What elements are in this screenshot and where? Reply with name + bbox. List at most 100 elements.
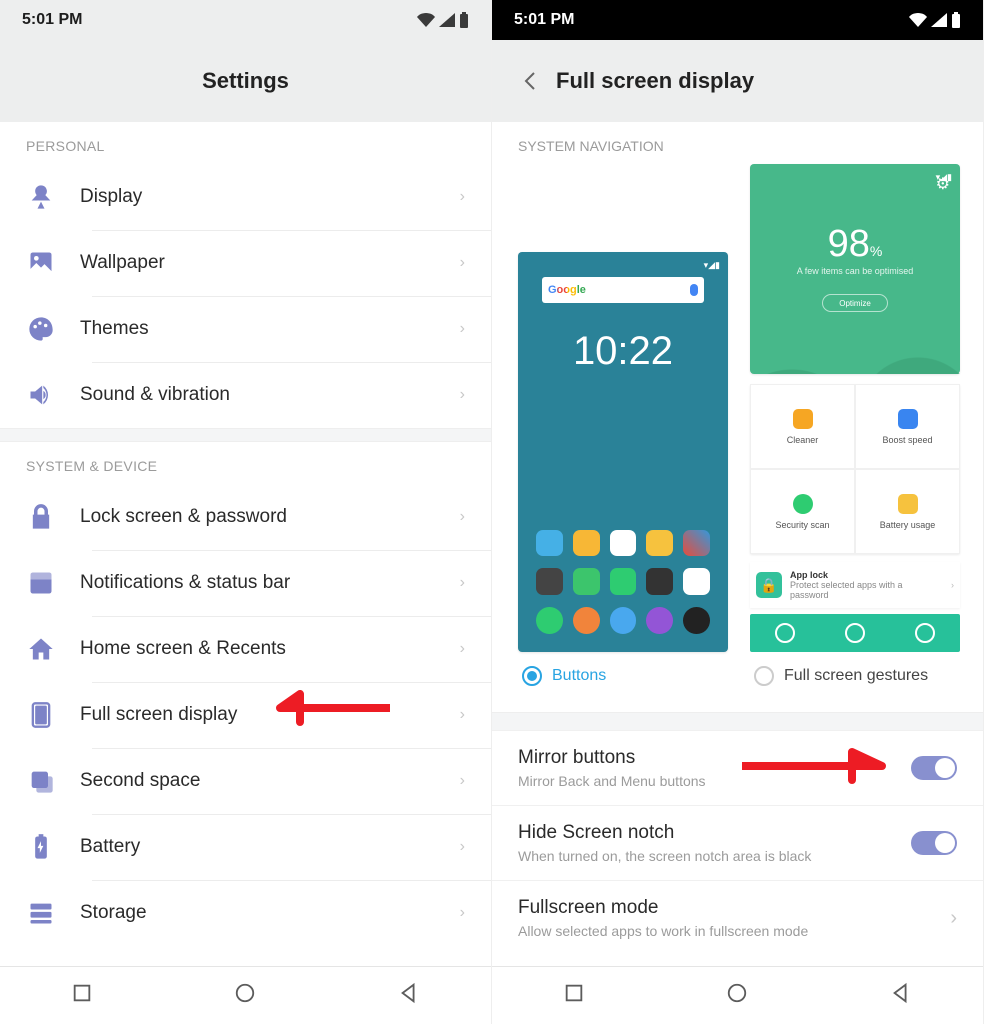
page-title: Full screen display xyxy=(556,68,754,94)
buttons-option[interactable]: ▾◢▮ Google 10:22 xyxy=(518,252,728,702)
settings-gear-icon: ⚙ xyxy=(936,174,950,194)
row-subtitle: Mirror Back and Menu buttons xyxy=(518,773,895,789)
wifi-icon xyxy=(909,13,927,27)
chevron-right-icon: › xyxy=(951,580,954,590)
status-icons xyxy=(909,12,961,28)
gestures-preview-card: ▾◢▮ ⚙ 98% A few items can be optimised O… xyxy=(750,164,960,374)
item-home-screen[interactable]: Home screen & Recents › xyxy=(0,616,491,682)
navigation-preview-cards: ▾◢▮ Google 10:22 xyxy=(492,164,983,712)
item-themes[interactable]: Themes › xyxy=(0,296,491,362)
back-button[interactable] xyxy=(518,70,540,92)
applock-title: App lock xyxy=(790,570,943,580)
item-label: Full screen display xyxy=(80,704,436,726)
tool-boost: Boost speed xyxy=(855,384,960,469)
buttons-preview-card: ▾◢▮ Google 10:22 xyxy=(518,252,728,652)
display-icon xyxy=(26,182,56,212)
radio-label: Full screen gestures xyxy=(784,667,928,685)
decorative-hill xyxy=(750,264,960,374)
settings-content: PERSONAL Display › Wallpaper › Themes › … xyxy=(0,122,491,966)
mic-icon xyxy=(690,284,698,296)
nav-back[interactable] xyxy=(398,982,420,1009)
statusbar: 5:01 PM xyxy=(492,0,983,40)
statusbar-time: 5:01 PM xyxy=(514,11,574,29)
nav-recents[interactable] xyxy=(71,982,93,1009)
signal-icon xyxy=(931,13,947,27)
item-second-space[interactable]: Second space › xyxy=(0,748,491,814)
item-label: Home screen & Recents xyxy=(80,638,436,660)
nav-back[interactable] xyxy=(890,982,912,1009)
radio-label: Buttons xyxy=(552,667,606,685)
sound-icon xyxy=(26,380,56,410)
radio-icon xyxy=(754,666,774,686)
wifi-icon xyxy=(417,13,435,27)
chevron-right-icon: › xyxy=(460,320,465,338)
section-divider xyxy=(0,428,491,442)
item-label: Notifications & status bar xyxy=(80,572,436,594)
item-notifications[interactable]: Notifications & status bar › xyxy=(0,550,491,616)
radio-gestures[interactable]: Full screen gestures xyxy=(750,652,960,702)
battery-icon xyxy=(459,12,469,28)
item-wallpaper[interactable]: Wallpaper › xyxy=(0,230,491,296)
row-subtitle: When turned on, the screen notch area is… xyxy=(518,848,895,864)
nav-home[interactable] xyxy=(234,982,256,1009)
item-full-screen-display[interactable]: Full screen display › xyxy=(0,682,491,748)
item-label: Storage xyxy=(80,902,436,924)
tools-grid: Cleaner Boost speed Security scan Batter… xyxy=(750,384,960,554)
item-storage[interactable]: Storage › xyxy=(0,880,491,946)
chevron-right-icon: › xyxy=(460,838,465,856)
row-title: Fullscreen mode xyxy=(518,897,934,919)
fullscreen-display-screen: 5:01 PM Full screen display SYSTEM NAVIG… xyxy=(492,0,984,1024)
item-lock-screen[interactable]: Lock screen & password › xyxy=(0,484,491,550)
applock-row: 🔒 App lock Protect selected apps with a … xyxy=(750,562,960,608)
lock-icon xyxy=(26,502,56,532)
row-title: Mirror buttons xyxy=(518,747,895,769)
chevron-right-icon: › xyxy=(460,706,465,724)
chevron-right-icon: › xyxy=(460,772,465,790)
row-fullscreen-mode[interactable]: Fullscreen mode Allow selected apps to w… xyxy=(492,880,983,955)
notifications-icon xyxy=(26,568,56,598)
android-navbar xyxy=(492,966,983,1024)
home-icon xyxy=(26,634,56,664)
mini-status-icons: ▾◢▮ xyxy=(758,172,952,183)
radio-buttons[interactable]: Buttons xyxy=(518,652,728,702)
chevron-right-icon: › xyxy=(460,508,465,526)
item-label: Themes xyxy=(80,318,436,340)
section-system-label: SYSTEM & DEVICE xyxy=(0,442,491,484)
gestures-option[interactable]: ▾◢▮ ⚙ 98% A few items can be optimised O… xyxy=(750,164,960,702)
radio-icon xyxy=(522,666,542,686)
battery-setting-icon xyxy=(26,832,56,862)
row-subtitle: Allow selected apps to work in fullscree… xyxy=(518,923,934,939)
row-title: Hide Screen notch xyxy=(518,822,895,844)
statusbar-time: 5:01 PM xyxy=(22,11,82,29)
fullscreen-icon xyxy=(26,700,56,730)
google-searchbar: Google xyxy=(542,277,704,303)
header: Settings xyxy=(0,40,491,122)
header: Full screen display xyxy=(492,40,983,122)
fullscreen-content: SYSTEM NAVIGATION ▾◢▮ Google 10:22 xyxy=(492,122,983,966)
chevron-right-icon: › xyxy=(460,386,465,404)
item-battery[interactable]: Battery › xyxy=(0,814,491,880)
chevron-right-icon: › xyxy=(460,254,465,272)
applock-sub: Protect selected apps with a password xyxy=(790,580,943,600)
toggle-switch[interactable] xyxy=(911,831,957,855)
status-icons xyxy=(417,12,469,28)
second-space-icon xyxy=(26,766,56,796)
themes-icon xyxy=(26,314,56,344)
nav-recents[interactable] xyxy=(563,982,585,1009)
wallpaper-icon xyxy=(26,248,56,278)
row-mirror-buttons[interactable]: Mirror buttons Mirror Back and Menu butt… xyxy=(492,730,983,805)
chevron-right-icon: › xyxy=(460,188,465,206)
google-logo: Google xyxy=(548,284,586,296)
item-label: Sound & vibration xyxy=(80,384,436,406)
toggle-switch[interactable] xyxy=(911,756,957,780)
nav-home[interactable] xyxy=(726,982,748,1009)
section-divider xyxy=(492,712,983,730)
item-sound[interactable]: Sound & vibration › xyxy=(0,362,491,428)
bottom-green-bar xyxy=(750,614,960,652)
item-label: Battery xyxy=(80,836,436,858)
row-hide-notch[interactable]: Hide Screen notch When turned on, the sc… xyxy=(492,805,983,880)
android-navbar xyxy=(0,966,491,1024)
item-label: Second space xyxy=(80,770,436,792)
item-display[interactable]: Display › xyxy=(0,164,491,230)
app-grid xyxy=(526,526,720,644)
